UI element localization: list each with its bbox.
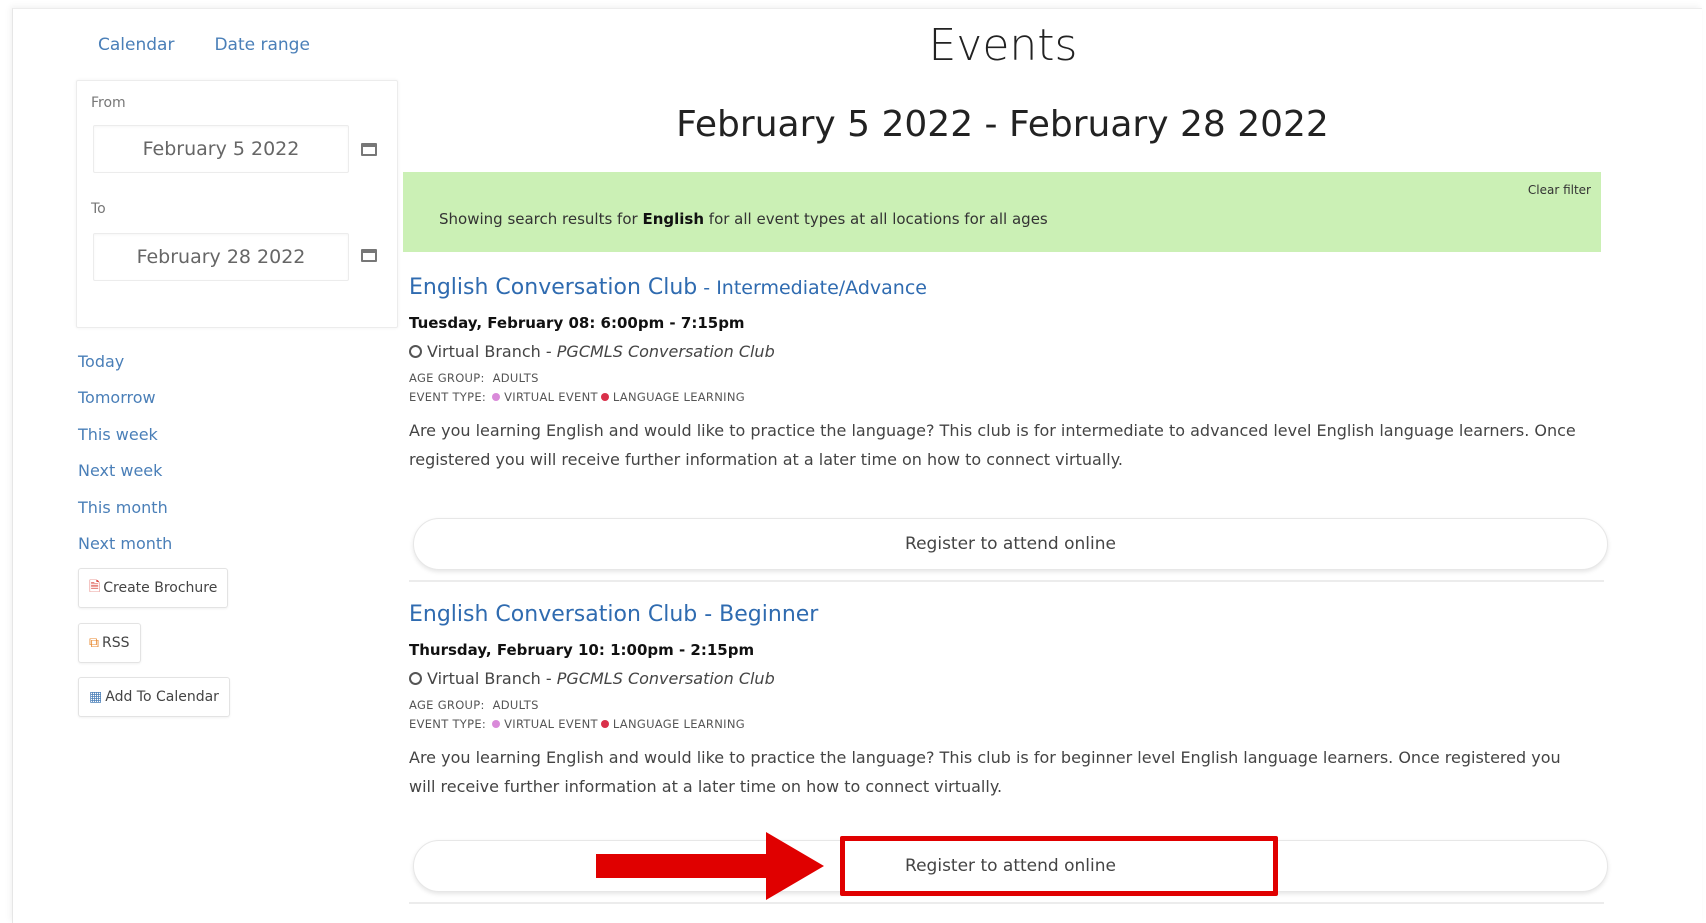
event-type-virtual: VIRTUAL EVENT [504, 717, 598, 731]
link-next-week[interactable]: Next week [78, 459, 172, 495]
event-type-virtual: VIRTUAL EVENT [504, 390, 598, 404]
location-pin-icon [409, 672, 422, 685]
register-online-button[interactable]: Register to attend online [413, 518, 1608, 570]
event-card: English Conversation Club - Beginner Thu… [409, 602, 1609, 892]
create-brochure-button[interactable]: 🗎 Create Brochure [78, 568, 229, 608]
event-subtitle: - Intermediate/Advance [697, 277, 927, 299]
event-divider [409, 580, 1604, 582]
event-card: English Conversation Club - Intermediate… [409, 275, 1609, 570]
link-this-month[interactable]: This month [78, 496, 172, 532]
pdf-icon: 🗎 [89, 579, 101, 595]
age-group-label: AGE GROUP: [409, 371, 485, 385]
link-this-week[interactable]: This week [78, 423, 172, 459]
event-time: Thursday, February 10: 1:00pm - 2:15pm [409, 641, 755, 659]
event-type: EVENT TYPE: VIRTUAL EVENT LANGUAGE LEARN… [409, 717, 1609, 731]
link-today[interactable]: Today [78, 350, 172, 386]
search-results-message: Showing search results for English for a… [439, 210, 1048, 228]
age-group: AGE GROUP: ADULTS [409, 371, 1609, 385]
virtual-event-dot [492, 393, 501, 401]
age-group-label: AGE GROUP: [409, 698, 485, 712]
quick-date-links: Today Tomorrow This week Next week This … [78, 350, 172, 568]
register-button-highlight [840, 836, 1278, 896]
create-brochure-label: Create Brochure [103, 580, 218, 596]
event-type-label: EVENT TYPE: [409, 717, 487, 731]
event-location: Virtual Branch - PGCMLS Conversation Clu… [409, 342, 1609, 361]
event-description: Are you learning English and would like … [409, 421, 1576, 469]
to-label: To [91, 201, 106, 217]
event-title-link[interactable]: English Conversation Club - Intermediate… [409, 275, 1609, 300]
message-suffix: for all event types at all locations for… [704, 210, 1048, 228]
date-range-panel: From February 5 2022 To February 28 2022 [76, 80, 398, 328]
event-branch: Virtual Branch - [427, 342, 552, 361]
add-to-calendar-label: Add To Calendar [105, 689, 219, 705]
message-prefix: Showing search results for [439, 210, 643, 228]
search-results-banner: Clear filter Showing search results for … [403, 172, 1601, 252]
date-range-heading: February 5 2022 - February 28 2022 [676, 104, 1329, 145]
link-next-month[interactable]: Next month [78, 532, 172, 568]
calendar-icon[interactable] [361, 143, 377, 156]
rss-icon: ⧉ [89, 635, 99, 651]
event-type-language: LANGUAGE LEARNING [612, 390, 745, 404]
to-date-input[interactable]: February 28 2022 [93, 233, 349, 281]
event-title-link[interactable]: English Conversation Club - Beginner [409, 602, 1609, 627]
event-title: English Conversation Club [409, 275, 698, 300]
language-learning-dot [600, 393, 609, 401]
age-group-value: ADULTS [492, 698, 539, 712]
event-type-label: EVENT TYPE: [409, 390, 487, 404]
event-title: English Conversation Club - Beginner [409, 602, 819, 627]
event-divider [409, 902, 1604, 904]
search-term: English [642, 210, 705, 228]
event-location: Virtual Branch - PGCMLS Conversation Clu… [409, 669, 1609, 688]
age-group-value: ADULTS [492, 371, 539, 385]
location-pin-icon [409, 345, 422, 358]
virtual-event-dot [492, 720, 501, 728]
event-room: PGCMLS Conversation Club [556, 669, 775, 688]
rss-label: RSS [102, 635, 130, 651]
event-type: EVENT TYPE: VIRTUAL EVENT LANGUAGE LEARN… [409, 390, 1609, 404]
add-to-calendar-button[interactable]: ▦ Add To Calendar [78, 677, 230, 717]
language-learning-dot [600, 720, 609, 728]
page-title: Events [928, 20, 1078, 71]
calendar-icon: ▦ [89, 689, 103, 705]
from-date-input[interactable]: February 5 2022 [93, 125, 349, 173]
age-group: AGE GROUP: ADULTS [409, 698, 1609, 712]
event-branch: Virtual Branch - [427, 669, 552, 688]
event-type-language: LANGUAGE LEARNING [612, 717, 745, 731]
clear-filter-link[interactable]: Clear filter [1528, 183, 1591, 197]
rss-button[interactable]: ⧉ RSS [78, 623, 141, 663]
event-description: Are you learning English and would like … [409, 748, 1561, 796]
calendar-icon[interactable] [361, 249, 377, 262]
red-arrow-annotation [596, 832, 824, 900]
event-time: Tuesday, February 08: 6:00pm - 7:15pm [409, 314, 745, 332]
event-room: PGCMLS Conversation Club [556, 342, 775, 361]
from-label: From [91, 95, 126, 111]
link-tomorrow[interactable]: Tomorrow [78, 386, 172, 422]
